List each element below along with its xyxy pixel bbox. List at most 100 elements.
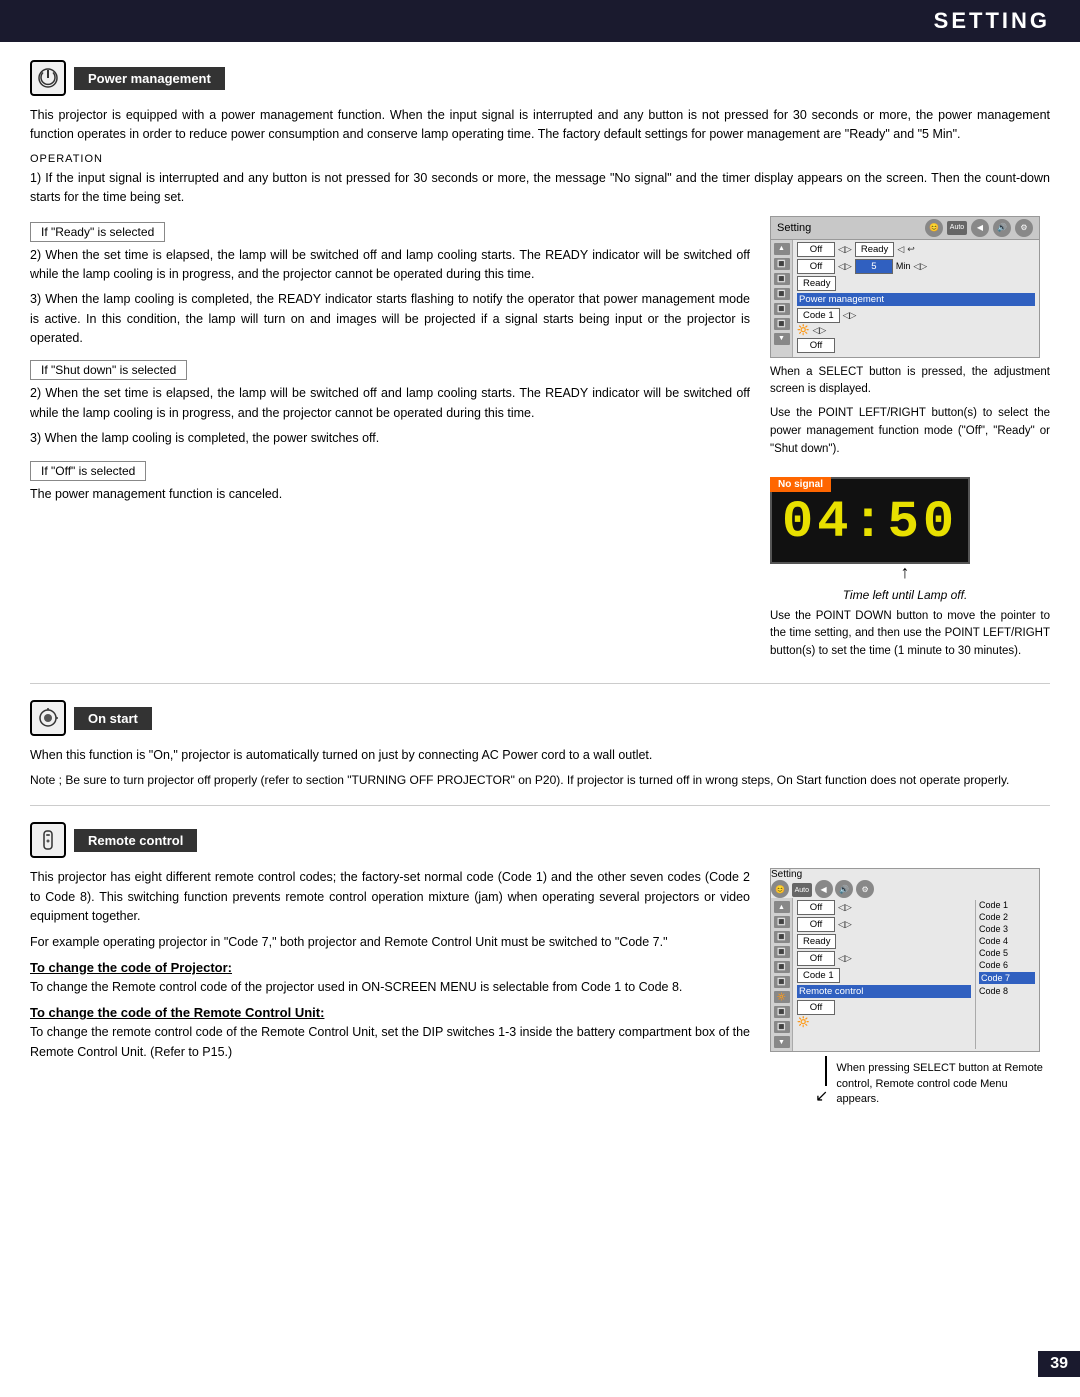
on-start-section: On start When this function is "On," pro… (30, 700, 1050, 789)
remote-code2: Code 2 (979, 912, 1035, 922)
ui-off-val3: Off (797, 338, 835, 353)
on-start-text1: When this function is "On," projector is… (30, 746, 1050, 765)
remote-caption: When pressing SELECT button at Remote co… (836, 1061, 1050, 1107)
power-management-icon (30, 60, 66, 96)
condition1-text: If "Ready" is selected (41, 225, 154, 239)
remote-ui-icon-sym: 🔆 (797, 1017, 809, 1028)
ui-ready-val: Ready (855, 242, 894, 257)
remote-ui-row-off1: Off ◁▷ (797, 900, 971, 915)
on-start-section-header: On start (30, 700, 1050, 736)
ui-min-label: Min (896, 261, 911, 271)
remote-ui-setting-label: Setting (771, 869, 802, 880)
page-number: 39 (1038, 1351, 1080, 1377)
ui-sidebar-icon6: 🔳 (774, 318, 790, 330)
condition1-step3: 3) When the lamp cooling is completed, t… (30, 290, 750, 348)
ui-off-val1: Off (797, 242, 835, 257)
remote-sidebar-icon1: ▲ (774, 901, 790, 913)
ui-row-code1: Code 1 ◁▷ (797, 308, 1035, 323)
ui-arrow3: ↩ (907, 244, 915, 255)
remote-ui-icon-face: 😊 (771, 880, 789, 898)
ui-arrow5: ◁▷ (913, 261, 927, 272)
condition1-step2: 2) When the set time is elapsed, the lam… (30, 246, 750, 285)
remote-ui-off-r: Off (797, 1000, 835, 1015)
arrow-line (825, 1056, 827, 1086)
ui-row-icon: 🔆 ◁▷ (797, 325, 1035, 336)
ui-icon-face: 😊 (925, 219, 943, 237)
remote-heading1: To change the code of Projector: (30, 960, 750, 975)
remote-code8: Code 8 (979, 986, 1035, 996)
ui-ready-val2: Ready (797, 276, 836, 291)
remote-sidebar-icon6: 🔳 (774, 976, 790, 988)
remote-sidebar-icon5: 🔳 (774, 961, 790, 973)
remote-text3: To change the Remote control code of the… (30, 978, 750, 997)
ui-sidebar-icon1: ▲ (774, 243, 790, 255)
ui-arrow2: ◁ (897, 244, 904, 255)
ui-row-off1: Off ◁▷ Ready ◁ ↩ (797, 242, 1035, 257)
remote-ui-row-ready: Ready (797, 934, 971, 949)
remote-ui-off2: Off (797, 917, 835, 932)
ui-icon-nav3: ⚙ (1015, 219, 1033, 237)
remote-ui-ready: Ready (797, 934, 836, 949)
on-start-note: Note ; Be sure to turn projector off pro… (30, 771, 1050, 789)
remote-ui-icon3: ⚙ (856, 880, 874, 898)
remote-code5: Code 5 (979, 948, 1035, 958)
remote-sidebar-icon9: 🔳 (774, 1021, 790, 1033)
remote-control-icon (30, 822, 66, 858)
remote-code1b: Code 1 (979, 900, 1035, 910)
page-header: SETTING (0, 0, 1080, 42)
ui-auto-label: Auto (947, 221, 967, 235)
remote-ui-off1: Off (797, 900, 835, 915)
ui-icon-nav2: 🔊 (993, 219, 1011, 237)
remote-ui-row-off-r: Off (797, 1000, 971, 1015)
condition2-step2: 2) When the set time is elapsed, the lam… (30, 384, 750, 423)
remote-sidebar-icon2: 🔳 (774, 916, 790, 928)
remote-code4: Code 4 (979, 936, 1035, 946)
ui-arrow4: ◁▷ (838, 261, 852, 272)
ui-power-mgmt-highlight: Power management (797, 293, 1035, 306)
remote-sidebar-icon8: 🔳 (774, 1006, 790, 1018)
remote-ui-row-off3: Off ◁▷ (797, 951, 971, 966)
on-start-icon (30, 700, 66, 736)
remote-heading2: To change the code of the Remote Control… (30, 1005, 750, 1020)
arrow-caption-container: ↙ When pressing SELECT button at Remote … (770, 1056, 1050, 1107)
ui-5min-val: 5 (855, 259, 893, 274)
condition3-text: The power management function is cancele… (30, 485, 750, 504)
remote-ui-highlight: Remote control (797, 985, 971, 998)
ui-arrow1: ◁▷ (838, 244, 852, 255)
timer-display-container: No signal 04:50 ↑ Time left until Lamp o… (770, 469, 1040, 602)
ui-row-ready: Ready (797, 276, 1035, 291)
ui-row-off3: Off (797, 338, 1035, 353)
ui-icon-nav1: ◀ (971, 219, 989, 237)
remote-control-title: Remote control (74, 829, 197, 852)
ui-sidebar-icon5: 🔳 (774, 303, 790, 315)
remote-ui-row-icon: 🔆 (797, 1017, 971, 1028)
remote-control-section-header: Remote control (30, 822, 1050, 858)
condition2-text: If "Shut down" is selected (41, 363, 176, 377)
power-management-title: Power management (74, 67, 225, 90)
remote-ui-off3: Off (797, 951, 835, 966)
remote-sidebar-icon3: 🔳 (774, 931, 790, 943)
ui-sidebar-icon2: 🔳 (774, 258, 790, 270)
ui-row-off2: Off ◁▷ 5 Min ◁▷ (797, 259, 1035, 274)
remote-sidebar-icon4: 🔳 (774, 946, 790, 958)
arrow-head: ↙ (815, 1086, 828, 1106)
condition3-text: If "Off" is selected (41, 464, 135, 478)
remote-ui-icon2: 🔊 (835, 880, 853, 898)
remote-ui-row-code1: Code 1 (797, 968, 971, 983)
ui-sidebar-icon4: 🔳 (774, 288, 790, 300)
remote-ui-row-off2: Off ◁▷ (797, 917, 971, 932)
remote-sidebar-icon10: ▼ (774, 1036, 790, 1048)
divider1 (30, 683, 1050, 684)
remote-text4: To change the remote control code of the… (30, 1023, 750, 1062)
operation-step1: 1) If the input signal is interrupted an… (30, 169, 1050, 208)
remote-code6: Code 6 (979, 960, 1035, 970)
ui-icon-lamp: 🔆 (797, 325, 809, 336)
ui-code1-val: Code 1 (797, 308, 840, 323)
power-management-intro: This projector is equipped with a power … (30, 106, 1050, 145)
remote-control-ui-screenshot: Setting 😊 Auto ◀ 🔊 ⚙ ▲ 🔳 (770, 868, 1040, 1052)
remote-text2: For example operating projector in "Code… (30, 933, 750, 952)
ui-arrow7: ◁▷ (812, 325, 826, 336)
power-management-section-header: Power management (30, 60, 1050, 96)
no-signal-badge: No signal (770, 477, 831, 492)
ui-arrow6: ◁▷ (843, 310, 857, 321)
